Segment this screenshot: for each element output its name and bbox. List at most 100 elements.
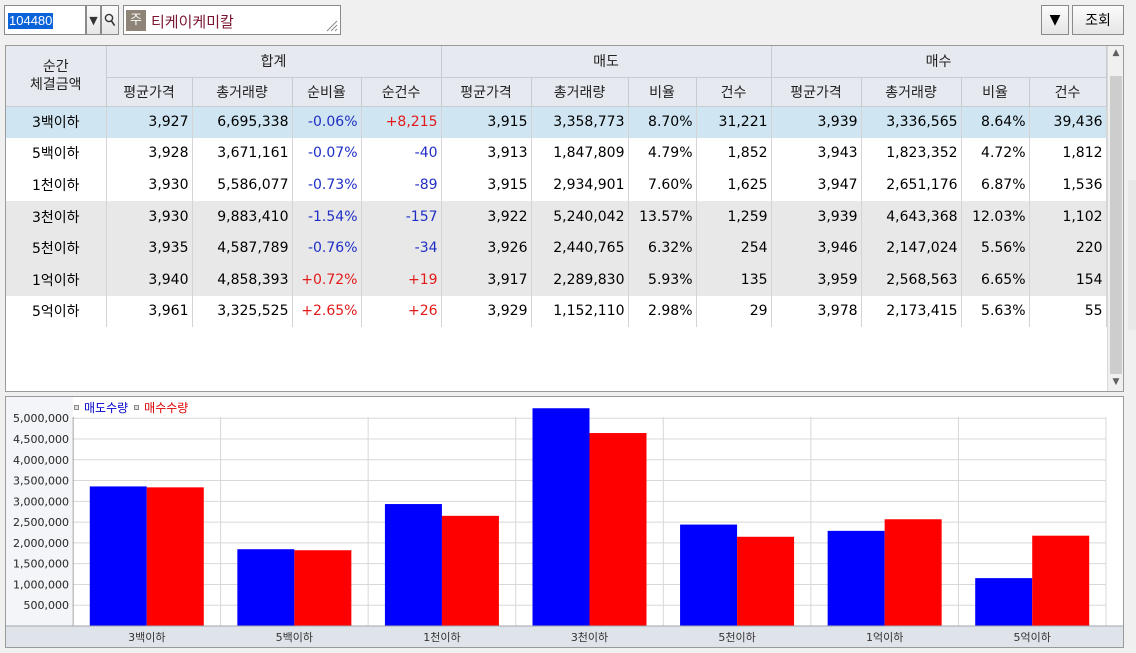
table-cell: 2,289,830 [531,263,629,296]
table-cell: 2,651,176 [861,169,962,201]
stock-code-value: 104480 [8,13,54,29]
table-cell: +0.72% [292,263,362,296]
bar-sell [89,486,147,626]
column-header: 평균가격 [106,77,193,107]
bar-sell [532,408,590,626]
table-cell: 9,883,410 [192,200,293,233]
scrollbar-thumb[interactable] [1110,76,1122,374]
x-tick-label: 1억이하 [866,630,903,644]
resize-grip-icon [326,20,338,32]
volume-bar-chart: 500,000 1,000,000 1,500,000 2,000,000 2,500,… [6,397,1123,647]
header-group-total: 합계 [106,46,442,78]
scroll-down-icon[interactable]: ▼ [1111,377,1121,387]
volume-chart-panel: 500,000 1,000,000 1,500,000 2,000,000 2,500,… [5,396,1124,648]
table-cell: 135 [696,263,772,296]
y-tick-label: 4,000,000 [13,454,69,467]
bar-buy [737,536,795,626]
table-cell: 3,336,565 [861,106,962,138]
execution-table-panel: 순간 체결금액 합계 매도 매수 평균가격 총거래량 순비율 순건수 평균가격 총거래량 비… [5,45,1124,392]
y-tick-label: 1,500,000 [13,558,69,571]
table-row[interactable]: 5억이하 3,961 3,325,525 +2.65% +26 3,929 1,152,11… [6,295,1107,328]
table-cell: 1,823,352 [861,137,962,170]
table-cell: 4,587,789 [192,232,293,264]
y-tick-label: 1,000,000 [13,578,69,591]
legend-buy: 매수수량 [144,401,189,415]
table-row[interactable]: 3백이하 3,927 6,695,338 -0.06% +8,215 3,915 3,358… [6,106,1107,138]
query-button-label: 조회 [1085,13,1111,29]
table-cell: 3,961 [106,295,193,328]
table-cell: 6,695,338 [192,106,293,138]
table-cell: -0.73% [292,169,362,201]
table-cell: 3,939 [771,106,862,138]
table-cell: 4,643,368 [861,200,962,233]
toolbar: 104480 ▼ 주 티케이케미칼 ▼ 조회 [0,0,1136,40]
table-cell: 1,259 [696,200,772,233]
bar-buy [884,519,942,626]
row-label: 3백이하 [6,106,107,138]
query-button[interactable]: 조회 [1072,5,1124,35]
table-cell: 3,913 [441,137,532,170]
table-cell: 3,922 [441,200,532,233]
table-cell: 3,935 [106,232,193,264]
header-group-sell: 매도 [441,46,772,78]
table-cell: 1,152,110 [531,295,629,328]
y-tick-label: 3,500,000 [13,475,69,488]
table-cell: 6.32% [628,232,697,264]
table-row[interactable]: 1천이하 3,930 5,586,077 -0.73% -89 3,915 2,934,90… [6,169,1107,201]
table-cell: 3,927 [106,106,193,138]
table-cell: 5.63% [961,295,1030,328]
table-cell: 3,946 [771,232,862,264]
table-cell: 220 [1029,232,1107,264]
x-tick-label: 3천이하 [571,630,608,644]
table-cell: 3,671,161 [192,137,293,170]
x-tick-label: 5백이하 [276,630,313,644]
column-header: 건수 [1029,77,1107,107]
x-tick-label: 5천이하 [718,630,755,644]
table-cell: +19 [361,263,442,296]
table-cell: -40 [361,137,442,170]
table-cell: 2,568,563 [861,263,962,296]
table-cell: 2,440,765 [531,232,629,264]
column-header: 건수 [696,77,772,107]
table-cell: 1,625 [696,169,772,201]
table-cell: -1.54% [292,200,362,233]
code-dropdown-button[interactable]: ▼ [86,5,101,35]
x-tick-label: 5억이하 [1014,630,1051,644]
stock-code-input[interactable]: 104480 [4,5,86,35]
row-label: 1억이하 [6,263,107,296]
table-cell: 3,978 [771,295,862,328]
vertical-scrollbar[interactable]: ▲ ▼ [1107,46,1123,391]
bar-sell [680,524,738,626]
table-cell: 4,858,393 [192,263,293,296]
scroll-up-icon[interactable]: ▲ [1111,48,1121,58]
table-cell: 7.60% [628,169,697,201]
triangle-down-icon: ▼ [89,13,98,27]
table-cell: 55 [1029,295,1107,328]
stock-name-field[interactable]: 주 티케이케미칼 [123,5,341,35]
row-label: 5백이하 [6,137,107,170]
y-tick-label: 4,500,000 [13,433,69,446]
table-row[interactable]: 5백이하 3,928 3,671,161 -0.07% -40 3,913 1,847,80… [6,137,1107,170]
table-cell: 4.79% [628,137,697,170]
bar-sell [827,530,885,626]
search-button[interactable] [101,5,119,35]
legend-marker-icon [134,405,140,410]
table-row[interactable]: 5천이하 3,935 4,587,789 -0.76% -34 3,926 2,440,76… [6,232,1107,264]
options-dropdown-button[interactable]: ▼ [1041,5,1069,35]
table-row[interactable]: 1억이하 3,940 4,858,393 +0.72% +19 3,917 2,289,83… [6,263,1107,296]
legend-marker-icon [74,405,79,410]
column-header: 평균가격 [441,77,532,107]
y-axis-band [6,397,73,626]
table-cell: 5.93% [628,263,697,296]
table-cell: 4.72% [961,137,1030,170]
row-label: 5천이하 [6,232,107,264]
table-cell: -89 [361,169,442,201]
table-cell: 3,928 [106,137,193,170]
bar-buy [1032,535,1090,626]
table-row[interactable]: 3천이하 3,930 9,883,410 -1.54% -157 3,922 5,240,0… [6,200,1107,233]
table-cell: 8.64% [961,106,1030,138]
table-cell: 31,221 [696,106,772,138]
header-execution-amount: 순간 체결금액 [6,46,107,107]
table-cell: 154 [1029,263,1107,296]
column-header: 총거래량 [531,77,629,107]
